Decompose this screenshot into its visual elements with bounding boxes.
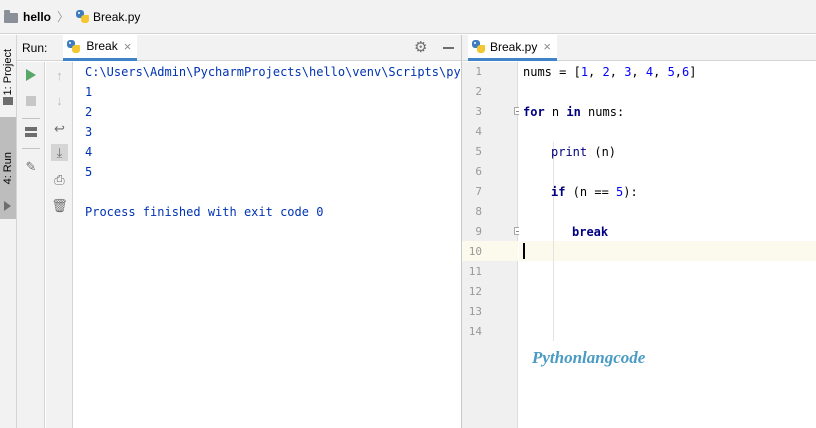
toolbar-separator [22, 118, 40, 119]
console-line: 4 [85, 145, 93, 159]
python-icon [472, 40, 485, 53]
current-line-highlight [519, 241, 816, 261]
editor-tab-bar: Break.py × [462, 35, 816, 61]
console-line: 3 [85, 125, 93, 139]
current-line-gutter-highlight [462, 241, 518, 261]
line-number: 13 [468, 305, 482, 318]
navigation-bar: hello 〉 Break.py [0, 0, 816, 34]
code-editor[interactable]: nums = [1, 2, 3, 4, 5,6] for n in nums: … [519, 62, 816, 428]
editor-tab-break-py[interactable]: Break.py × [468, 35, 557, 61]
project-tool-tab[interactable]: 1: Project [0, 41, 16, 103]
restore-layout-button[interactable] [23, 124, 39, 140]
breadcrumb-project[interactable]: hello [23, 10, 51, 24]
code-line-3: for n in nums: [523, 105, 625, 119]
code-line-1: nums = [1, 2, 3, 4, 5,6] [523, 65, 697, 79]
console-exit-message: Process finished with exit code 0 [85, 205, 324, 219]
print-icon[interactable]: ⎙ [51, 171, 68, 188]
console-line: 2 [85, 105, 93, 119]
pin-tab-button[interactable]: ✎ [23, 158, 39, 174]
run-tab-icon [4, 201, 11, 211]
code-line-5: print (n) [551, 145, 617, 159]
run-toolbar-secondary: ↑ ↓ ↩ ⤓ ⎙ 🗑 [46, 62, 73, 428]
console-output[interactable]: C:\Users\Admin\PycharmProjects\hello\ven… [74, 62, 460, 428]
down-arrow-icon[interactable]: ↓ [51, 92, 68, 109]
code-line-7: if (n == 5): [551, 185, 638, 199]
line-number: 9 [475, 225, 482, 238]
rerun-button[interactable] [23, 67, 39, 83]
close-icon[interactable]: × [124, 40, 132, 53]
scroll-to-end-icon[interactable]: ⤓ [51, 144, 68, 161]
console-line: 1 [85, 85, 93, 99]
line-number: 8 [475, 205, 482, 218]
code-line-9: break [572, 225, 609, 239]
folder-icon [4, 9, 18, 23]
layout-icon [25, 127, 37, 137]
line-number: 1 [475, 65, 482, 78]
stop-button[interactable] [23, 93, 39, 109]
toolbar-separator [22, 148, 40, 149]
python-icon [67, 39, 81, 53]
line-number: 14 [468, 325, 482, 338]
project-folder-icon [3, 97, 13, 105]
tool-window-stripe: 1: Project 4: Run [0, 35, 17, 428]
python-file-icon [76, 10, 90, 23]
play-icon [26, 69, 36, 81]
up-arrow-icon[interactable]: ↑ [51, 67, 68, 84]
line-number: 5 [475, 145, 482, 158]
line-number: 3 [475, 105, 482, 118]
breadcrumb-separator: 〉 [57, 10, 70, 24]
line-number: 7 [475, 185, 482, 198]
pin-icon: ✎ [25, 158, 37, 174]
gear-icon[interactable]: ⚙ [414, 40, 427, 55]
stop-icon [26, 96, 36, 106]
editor-tab-label: Break.py [490, 39, 538, 54]
line-number: 11 [468, 265, 482, 278]
watermark-text: Pythonlangcode [532, 348, 646, 367]
line-number: 2 [475, 85, 482, 98]
run-panel-header: Run: Break × ⚙ [17, 34, 461, 61]
line-number: 4 [475, 125, 482, 138]
close-icon[interactable]: × [543, 40, 551, 53]
run-toolbar-primary: ✎ [17, 62, 45, 428]
soft-wrap-icon[interactable]: ↩ [51, 120, 68, 137]
run-tab-break[interactable]: Break × [63, 34, 138, 61]
trash-icon[interactable]: 🗑 [51, 197, 68, 214]
console-line: C:\Users\Admin\PycharmProjects\hello\ven… [85, 65, 460, 79]
text-caret [523, 243, 525, 259]
minimize-icon[interactable] [443, 47, 454, 49]
run-panel-title: Run: [22, 40, 48, 55]
line-number: 6 [475, 165, 482, 178]
console-line: 5 [85, 165, 93, 179]
run-tab-label: Break [86, 39, 118, 53]
breadcrumb-file[interactable]: Break.py [93, 10, 140, 24]
line-number: 12 [468, 285, 482, 298]
indent-guide [553, 199, 554, 341]
